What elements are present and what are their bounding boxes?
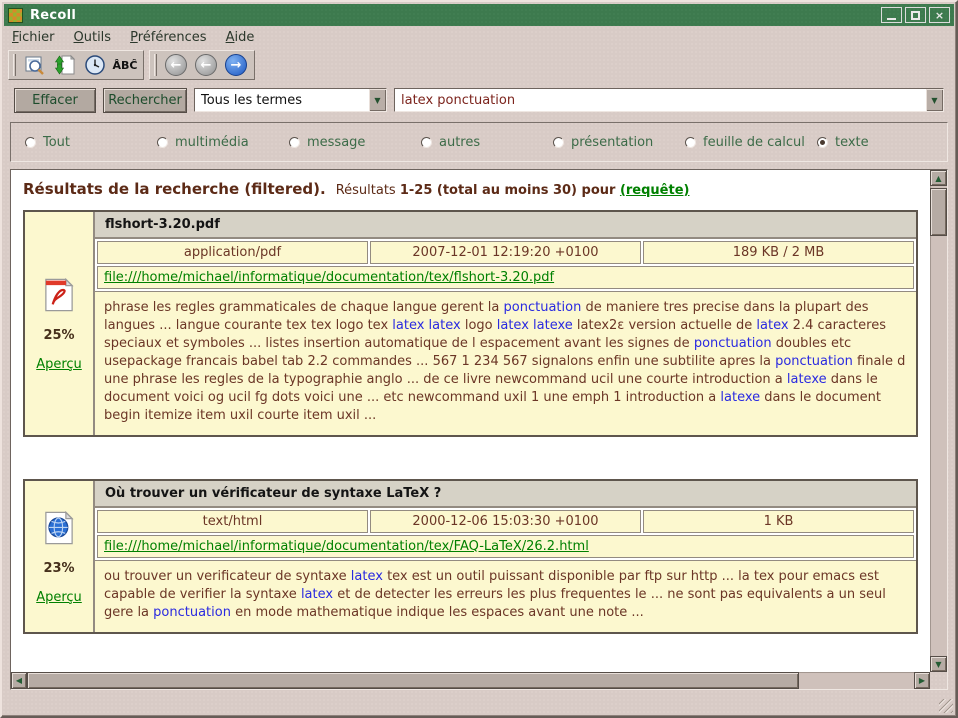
result-card: 25% Aperçu flshort-3.20.pdf application/… <box>23 210 918 437</box>
results-title: Résultats de la recherche (filtered). <box>23 180 326 198</box>
first-page-icon[interactable]: ← <box>163 53 189 77</box>
maximize-button[interactable] <box>905 7 926 23</box>
results-list[interactable]: Résultats de la recherche (filtered).Rés… <box>11 170 930 672</box>
result-meta-row: application/pdf 2007-12-01 12:19:20 +010… <box>95 239 916 266</box>
result-snippet: phrase les regles grammaticales de chaqu… <box>95 291 916 435</box>
scrollbar-corner <box>930 672 947 689</box>
result-mime-type: text/html <box>97 510 368 533</box>
menu-aide[interactable]: Aide <box>226 30 255 45</box>
result-size: 1 KB <box>643 510 914 533</box>
toolbar-grip[interactable] <box>13 54 16 76</box>
result-size: 189 KB / 2 MB <box>643 241 914 264</box>
result-title: flshort-3.20.pdf <box>95 212 916 239</box>
menu-bar: Fichier Outils Préférences Aide <box>2 26 956 48</box>
scroll-up-icon[interactable]: ▲ <box>930 170 947 186</box>
result-side-panel: 25% Aperçu <box>25 212 95 435</box>
filter-row: Tout multimédia message autres présentat… <box>10 122 948 162</box>
status-strip <box>2 690 956 716</box>
results-panel: Résultats de la recherche (filtered).Rés… <box>10 169 948 690</box>
radio-icon[interactable] <box>553 137 564 148</box>
doc-icon <box>42 276 76 314</box>
scroll-left-icon[interactable]: ◀ <box>11 672 27 689</box>
result-url-link[interactable]: file:///home/michael/informatique/docume… <box>104 270 907 285</box>
toolbar: ÂBĈ ← ← → <box>2 48 956 82</box>
search-button[interactable]: Rechercher <box>103 88 187 113</box>
sort-document-icon[interactable] <box>52 53 78 77</box>
menu-preferences[interactable]: Préférences <box>130 30 206 45</box>
radio-icon[interactable] <box>817 137 828 148</box>
search-query-value: latex ponctuation <box>395 93 926 108</box>
result-date: 2000-12-06 15:03:30 +0100 <box>370 510 641 533</box>
filter-tout[interactable]: Tout <box>25 135 157 150</box>
horizontal-scrollbar-trough[interactable] <box>799 672 914 689</box>
horizontal-scrollbar[interactable]: ◀ ▶ <box>11 672 930 689</box>
filter-multimedia[interactable]: multimédia <box>157 135 289 150</box>
radio-icon[interactable] <box>421 137 432 148</box>
result-detail: Où trouver un vérificateur de syntaxe La… <box>95 481 916 632</box>
scroll-right-icon[interactable]: ▶ <box>914 672 930 689</box>
toolbar-group-main: ÂBĈ <box>8 50 144 80</box>
close-button[interactable]: × <box>929 7 950 23</box>
chevron-down-icon[interactable]: ▼ <box>926 89 943 111</box>
recoll-app-icon <box>8 8 23 23</box>
vertical-scrollbar[interactable]: ▲ ▼ <box>930 170 947 672</box>
horizontal-scrollbar-thumb[interactable] <box>27 672 799 689</box>
results-header: Résultats de la recherche (filtered).Rés… <box>23 180 924 198</box>
menu-outils[interactable]: Outils <box>74 30 112 45</box>
preview-search-icon[interactable] <box>22 53 48 77</box>
window-title: Recoll <box>30 8 878 23</box>
title-bar[interactable]: Recoll × <box>4 4 954 26</box>
result-url-row: file:///home/michael/informatique/docume… <box>95 535 916 560</box>
search-input[interactable]: latex ponctuation ▼ <box>394 88 944 112</box>
result-snippet: ou trouver un verificateur de syntaxe la… <box>95 560 916 632</box>
result-card: 23% Aperçu Où trouver un vérificateur de… <box>23 479 918 634</box>
radio-icon[interactable] <box>157 137 168 148</box>
result-detail: flshort-3.20.pdf application/pdf 2007-12… <box>95 212 916 435</box>
resize-grip-icon[interactable] <box>939 699 953 713</box>
vertical-scrollbar-thumb[interactable] <box>930 188 947 236</box>
result-side-panel: 23% Aperçu <box>25 481 95 632</box>
term-explorer-icon[interactable]: ÂBĈ <box>112 53 138 77</box>
result-date: 2007-12-01 12:19:20 +0100 <box>370 241 641 264</box>
minimize-icon <box>887 18 896 20</box>
clear-button[interactable]: Effacer <box>14 88 96 113</box>
preview-link[interactable]: Aperçu <box>36 590 82 605</box>
radio-icon[interactable] <box>25 137 36 148</box>
result-url-row: file:///home/michael/informatique/docume… <box>95 266 916 291</box>
close-icon: × <box>935 9 944 22</box>
result-meta-row: text/html 2000-12-06 15:03:30 +0100 1 KB <box>95 508 916 535</box>
filter-feuille-de-calcul[interactable]: feuille de calcul <box>685 135 817 150</box>
filter-message[interactable]: message <box>289 135 421 150</box>
next-page-icon[interactable]: → <box>223 53 249 77</box>
radio-icon[interactable] <box>685 137 696 148</box>
filter-autres[interactable]: autres <box>421 135 553 150</box>
minimize-button[interactable] <box>881 7 902 23</box>
toolbar-grip[interactable] <box>154 54 157 76</box>
result-mime-type: application/pdf <box>97 241 368 264</box>
relevance-score: 23% <box>43 561 74 576</box>
result-title: Où trouver un vérificateur de syntaxe La… <box>95 481 916 508</box>
doc-icon <box>42 509 76 547</box>
menu-fichier[interactable]: Fichier <box>12 30 55 45</box>
radio-icon[interactable] <box>289 137 300 148</box>
search-mode-select[interactable]: Tous les termes ▼ <box>194 88 387 112</box>
chevron-down-icon[interactable]: ▼ <box>369 89 386 111</box>
result-url-link[interactable]: file:///home/michael/informatique/docume… <box>104 539 907 554</box>
relevance-score: 25% <box>43 328 74 343</box>
search-row: Effacer Rechercher Tous les termes ▼ lat… <box>14 85 944 115</box>
filter-presentation[interactable]: présentation <box>553 135 685 150</box>
toolbar-group-nav: ← ← → <box>149 50 255 80</box>
results-range: 1-25 (total au moins 30) pour <box>400 183 620 198</box>
previous-page-icon[interactable]: ← <box>193 53 219 77</box>
recoll-window: Recoll × Fichier Outils Préférences Aide <box>0 0 958 718</box>
vertical-scrollbar-trough[interactable] <box>930 236 947 656</box>
history-clock-icon[interactable] <box>82 53 108 77</box>
query-link[interactable]: (requête) <box>620 183 690 198</box>
maximize-icon <box>911 11 920 20</box>
preview-link[interactable]: Aperçu <box>36 357 82 372</box>
scroll-down-icon[interactable]: ▼ <box>930 656 947 672</box>
filter-texte[interactable]: texte <box>817 135 869 150</box>
